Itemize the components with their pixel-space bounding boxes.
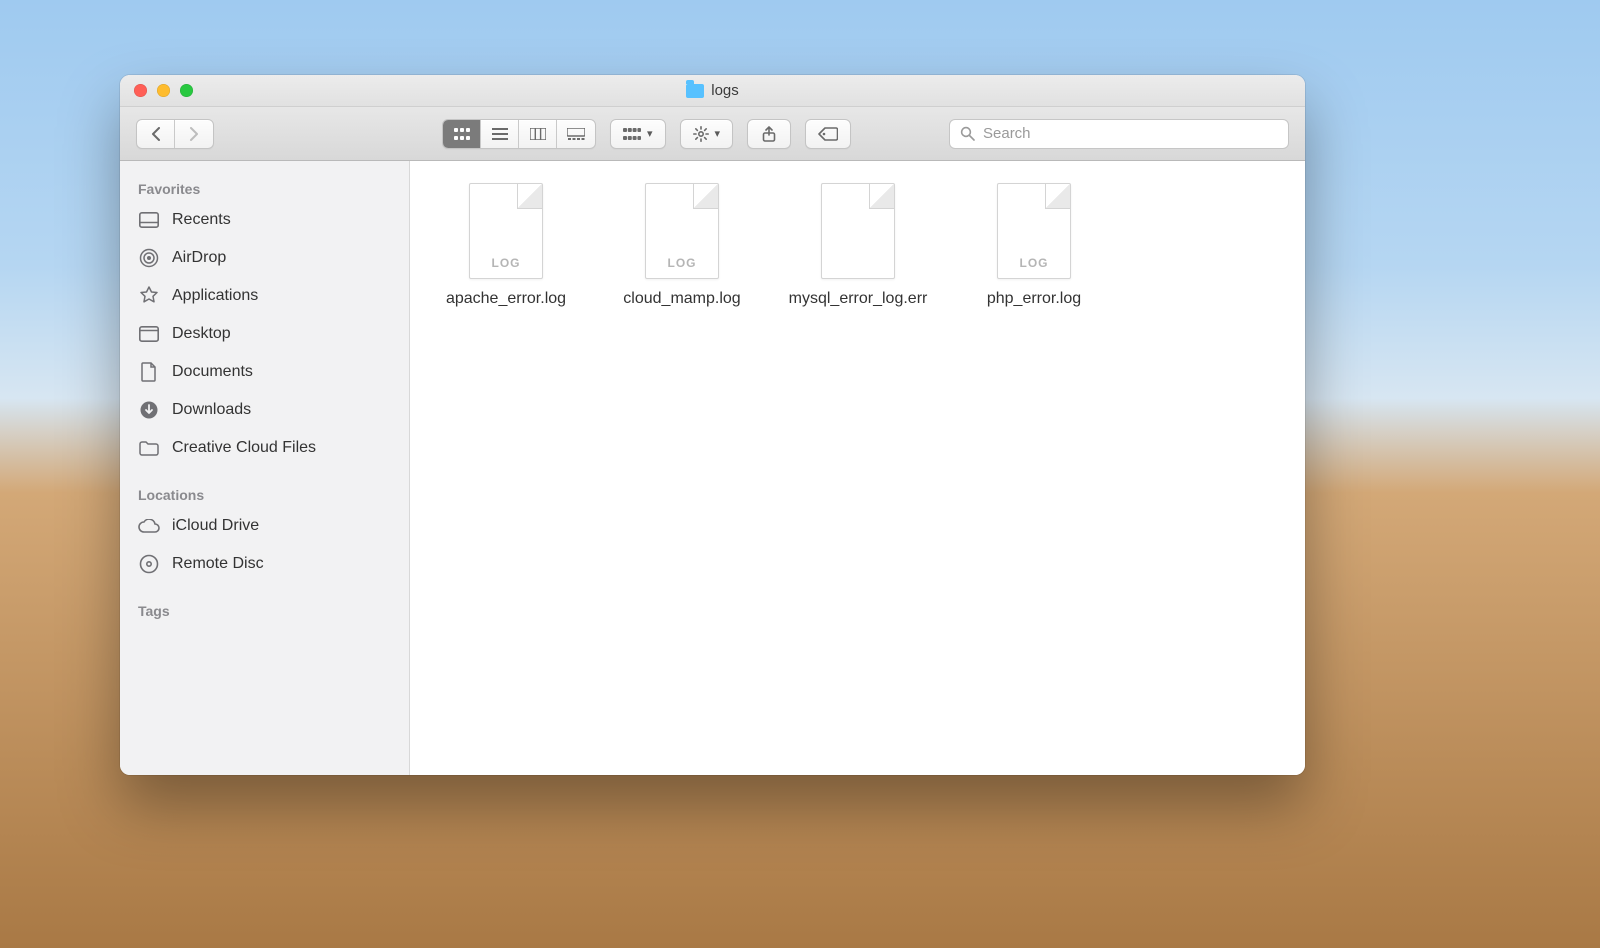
applications-icon bbox=[138, 285, 160, 307]
sidebar-item-recents[interactable]: Recents bbox=[120, 201, 409, 239]
sidebar-item-applications[interactable]: Applications bbox=[120, 277, 409, 315]
sidebar-item-label: Remote Disc bbox=[172, 555, 264, 573]
zoom-button[interactable] bbox=[180, 84, 193, 97]
sidebar-section-tags: Tags bbox=[120, 597, 409, 623]
back-button[interactable] bbox=[137, 120, 175, 148]
columns-icon bbox=[530, 128, 546, 140]
sidebar-item-documents[interactable]: Documents bbox=[120, 353, 409, 391]
search-field[interactable] bbox=[949, 119, 1289, 149]
sidebar-item-label: Recents bbox=[172, 211, 231, 229]
nav-back-forward bbox=[136, 119, 214, 149]
view-switcher bbox=[442, 119, 596, 149]
file-icon: LOG bbox=[469, 183, 543, 279]
arrange-button[interactable]: ▾ bbox=[610, 119, 666, 149]
chevron-down-icon: ▾ bbox=[647, 127, 653, 140]
sidebar-item-downloads[interactable]: Downloads bbox=[120, 391, 409, 429]
view-columns-button[interactable] bbox=[519, 120, 557, 148]
list-icon bbox=[492, 128, 508, 140]
arrange-icon bbox=[623, 128, 641, 140]
window-controls bbox=[120, 84, 193, 97]
desktop-icon bbox=[138, 323, 160, 345]
file-item[interactable]: LOG cloud_mamp.log bbox=[598, 179, 766, 313]
airdrop-icon bbox=[138, 247, 160, 269]
sidebar-item-label: Desktop bbox=[172, 325, 231, 343]
sidebar-item-label: Downloads bbox=[172, 401, 251, 419]
window-title-text: logs bbox=[711, 82, 739, 99]
titlebar: logs bbox=[120, 75, 1305, 107]
sidebar-item-label: Applications bbox=[172, 287, 258, 305]
folder-icon bbox=[138, 437, 160, 459]
file-kind-label: LOG bbox=[470, 256, 542, 270]
file-grid: LOG apache_error.log LOG cloud_mamp.log mysq… bbox=[422, 179, 1293, 313]
tag-icon bbox=[818, 127, 838, 141]
share-icon bbox=[762, 126, 776, 142]
minimize-button[interactable] bbox=[157, 84, 170, 97]
forward-button[interactable] bbox=[175, 120, 213, 148]
window-body: Favorites Recents AirDrop Applications bbox=[120, 161, 1305, 775]
documents-icon bbox=[138, 361, 160, 383]
disc-icon bbox=[138, 553, 160, 575]
gear-icon bbox=[693, 126, 709, 142]
window-title: logs bbox=[120, 82, 1305, 99]
finder-window: logs bbox=[120, 75, 1305, 775]
downloads-icon bbox=[138, 399, 160, 421]
sidebar-item-remote-disc[interactable]: Remote Disc bbox=[120, 545, 409, 583]
file-icon: LOG bbox=[645, 183, 719, 279]
file-item[interactable]: mysql_error_log.err bbox=[774, 179, 942, 313]
view-gallery-button[interactable] bbox=[557, 120, 595, 148]
file-name: php_error.log bbox=[987, 289, 1081, 309]
file-icon bbox=[821, 183, 895, 279]
content-area[interactable]: LOG apache_error.log LOG cloud_mamp.log mysq… bbox=[410, 161, 1305, 775]
file-name: cloud_mamp.log bbox=[623, 289, 740, 309]
file-item[interactable]: LOG php_error.log bbox=[950, 179, 1118, 313]
grid-icon bbox=[454, 128, 470, 140]
folder-icon bbox=[686, 84, 704, 98]
sidebar-item-airdrop[interactable]: AirDrop bbox=[120, 239, 409, 277]
sidebar-item-label: iCloud Drive bbox=[172, 517, 259, 535]
file-name: mysql_error_log.err bbox=[789, 289, 928, 309]
chevron-down-icon: ▾ bbox=[715, 127, 721, 140]
sidebar-section-favorites: Favorites bbox=[120, 175, 409, 201]
recents-icon bbox=[138, 209, 160, 231]
file-item[interactable]: LOG apache_error.log bbox=[422, 179, 590, 313]
file-icon: LOG bbox=[997, 183, 1071, 279]
gallery-icon bbox=[567, 128, 585, 140]
sidebar-item-label: Documents bbox=[172, 363, 253, 381]
sidebar-item-label: AirDrop bbox=[172, 249, 226, 267]
cloud-icon bbox=[138, 515, 160, 537]
search-icon bbox=[960, 126, 975, 141]
sidebar: Favorites Recents AirDrop Applications bbox=[120, 161, 410, 775]
file-name: apache_error.log bbox=[446, 289, 566, 309]
sidebar-item-icloud[interactable]: iCloud Drive bbox=[120, 507, 409, 545]
sidebar-item-label: Creative Cloud Files bbox=[172, 439, 316, 457]
toolbar: ▾ ▾ bbox=[120, 107, 1305, 161]
view-list-button[interactable] bbox=[481, 120, 519, 148]
tags-button[interactable] bbox=[805, 119, 851, 149]
file-kind-label: LOG bbox=[646, 256, 718, 270]
search-input[interactable] bbox=[983, 125, 1278, 142]
view-icons-button[interactable] bbox=[443, 120, 481, 148]
action-button[interactable]: ▾ bbox=[680, 119, 734, 149]
sidebar-section-locations: Locations bbox=[120, 481, 409, 507]
sidebar-item-desktop[interactable]: Desktop bbox=[120, 315, 409, 353]
share-button[interactable] bbox=[747, 119, 791, 149]
file-kind-label: LOG bbox=[998, 256, 1070, 270]
close-button[interactable] bbox=[134, 84, 147, 97]
sidebar-item-creative-cloud[interactable]: Creative Cloud Files bbox=[120, 429, 409, 467]
